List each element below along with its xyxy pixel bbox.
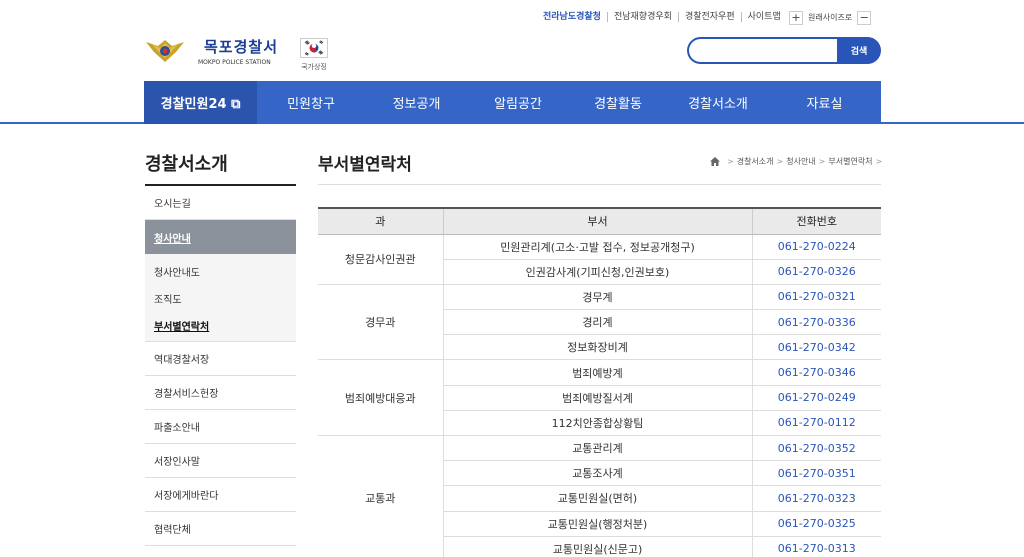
column-header: 과	[318, 207, 443, 235]
chevron-right-icon: >	[776, 157, 784, 166]
chevron-right-icon: >	[875, 157, 883, 166]
table-row: 경무과 경무계 061-270-0321	[318, 284, 881, 361]
top-link-email[interactable]: 경찰전자우편	[677, 12, 741, 22]
top-link-veterans[interactable]: 전남재향경우회	[606, 12, 678, 22]
group-cell: 경무과	[318, 284, 443, 361]
sidebar-subitem-org-chart[interactable]: 조직도	[145, 285, 296, 312]
dept-cell: 교통관리계	[442, 435, 752, 462]
nav-item-civil-window[interactable]: 민원창구	[257, 81, 365, 124]
dept-cell: 경무계	[442, 284, 752, 311]
sidebar-item-service-charter[interactable]: 경찰서비스헌장	[145, 376, 296, 410]
taegukgi-icon	[300, 38, 328, 58]
phone-cell: 061-270-0326	[751, 259, 881, 285]
dept-cell: 교통조사계	[442, 460, 752, 487]
phone-cell: 061-270-0325	[751, 511, 881, 537]
top-link-sitemap[interactable]: 사이트맵	[740, 12, 787, 22]
dept-cell: 교통민원실(면허)	[442, 485, 752, 512]
dept-cell: 교통민원실(행정처분)	[442, 511, 752, 537]
sidebar-subitem-floor-map[interactable]: 청사안내도	[145, 258, 296, 285]
phone-cell: 061-270-0342	[751, 334, 881, 361]
zoom-reset-button[interactable]: 원래사이즈로	[803, 12, 857, 23]
dept-cell: 인권감사계(기피신청,인권보호)	[442, 259, 752, 285]
phone-cell: 061-270-0323	[751, 485, 881, 512]
top-utility-links: 전라남도경찰청 전남재향경우회 경찰전자우편 사이트맵	[543, 10, 787, 24]
phone-cell: 061-270-0321	[751, 284, 881, 311]
nav-item-station-intro[interactable]: 경찰서소개	[668, 81, 768, 124]
search-input[interactable]	[687, 37, 837, 64]
phone-cell: 061-270-0351	[751, 460, 881, 487]
sidebar-subitem-dept-contacts[interactable]: 부서별연락처	[145, 312, 296, 339]
phone-cell: 061-270-0352	[751, 435, 881, 462]
contacts-table: 과 부서 전화번호 청문감사인권관 민원관리계(고소·고발 접수, 정보공개청구…	[318, 207, 881, 557]
phone-cell: 061-270-0224	[751, 234, 881, 260]
zoom-in-button[interactable]: +	[789, 10, 803, 25]
search-box: 검색	[687, 37, 881, 64]
dept-cell: 민원관리계(고소·고발 접수, 정보공개청구)	[442, 234, 752, 260]
sidebar-item-past-chiefs[interactable]: 역대경찰서장	[145, 342, 296, 376]
national-symbol-link[interactable]: 국가상징	[300, 38, 328, 72]
group-cell: 청문감사인권관	[318, 234, 443, 285]
symbol-label: 국가상징	[301, 63, 327, 71]
dept-cell: 112치안종합상황팀	[442, 410, 752, 437]
logo-subtitle: MOKPO POLICE STATION	[198, 59, 271, 66]
dept-cell: 정보화장비계	[442, 334, 752, 361]
phone-cell: 061-270-0112	[751, 410, 881, 437]
phone-cell: 061-270-0249	[751, 385, 881, 411]
top-link-jnpolice[interactable]: 전라남도경찰청	[543, 12, 607, 22]
sidebar-item-partners[interactable]: 협력단체	[145, 512, 296, 546]
group-cell: 교통과	[318, 435, 443, 557]
phone-cell: 061-270-0336	[751, 309, 881, 336]
breadcrumb-item[interactable]: 청사안내	[786, 156, 815, 167]
site-logo[interactable]: 목포경찰서 MOKPO POLICE STATION	[144, 36, 278, 66]
chevron-right-icon: >	[727, 157, 734, 166]
phone-cell: 061-270-0346	[751, 359, 881, 386]
nav-item-info-disclosure[interactable]: 정보공개	[365, 81, 468, 124]
table-row: 청문감사인권관 민원관리계(고소·고발 접수, 정보공개청구) 061-270-…	[318, 234, 881, 285]
column-header: 부서	[442, 207, 752, 235]
nav-item-notice[interactable]: 알림공간	[468, 81, 568, 124]
main-nav: 경찰민원24 ⧉ 민원창구 정보공개 알림공간 경찰활동 경찰서소개 자료실	[144, 81, 881, 124]
breadcrumb-item[interactable]: 부서별연락처	[828, 156, 872, 167]
sidebar: 오시는길 청사안내 청사안내도 조직도 부서별연락처 역대경찰서장 경찰서비스헌…	[145, 186, 296, 546]
dept-cell: 범죄예방계	[442, 359, 752, 386]
nav-item-police-activity[interactable]: 경찰활동	[568, 81, 668, 124]
nav-item-archive[interactable]: 자료실	[768, 81, 881, 124]
phone-cell: 061-270-0313	[751, 536, 881, 557]
table-row: 범죄예방대응과 범죄예방계 061-270-0346	[318, 359, 881, 436]
home-icon[interactable]	[710, 157, 720, 166]
sidebar-item-directions[interactable]: 오시는길	[145, 186, 296, 220]
group-cell: 범죄예방대응과	[318, 359, 443, 436]
nav-item-police-civil24[interactable]: 경찰민원24 ⧉	[144, 81, 257, 124]
search-button[interactable]: 검색	[837, 37, 881, 64]
breadcrumb-item[interactable]: 경찰서소개	[737, 156, 774, 167]
sidebar-item-chief-greeting[interactable]: 서장인사말	[145, 444, 296, 478]
column-header: 전화번호	[751, 207, 881, 235]
dept-cell: 범죄예방질서계	[442, 385, 752, 411]
sidebar-title: 경찰서소개	[145, 154, 228, 175]
table-header-row: 과 부서 전화번호	[318, 207, 881, 235]
table-row: 교통과 교통관리계 061-270-0352	[318, 435, 881, 557]
sidebar-item-to-chief[interactable]: 서장에게바란다	[145, 478, 296, 512]
logo-title: 목포경찰서	[204, 38, 279, 56]
dept-cell: 교통민원실(신문고)	[442, 536, 752, 557]
page-title: 부서별연락처	[318, 155, 412, 175]
zoom-controls: + 원래사이즈로 −	[789, 10, 872, 25]
sidebar-submenu: 청사안내도 조직도 부서별연락처	[145, 254, 296, 342]
zoom-out-button[interactable]: −	[857, 10, 872, 25]
dept-cell: 경리계	[442, 309, 752, 336]
sidebar-item-substations[interactable]: 파출소안내	[145, 410, 296, 444]
chevron-right-icon: >	[818, 157, 826, 166]
police-emblem-icon	[146, 40, 184, 62]
breadcrumb: > 경찰서소개 > 청사안내 > 부서별연락처 >	[710, 156, 885, 167]
sidebar-item-building-guide[interactable]: 청사안내	[145, 220, 296, 254]
title-divider	[318, 184, 881, 185]
